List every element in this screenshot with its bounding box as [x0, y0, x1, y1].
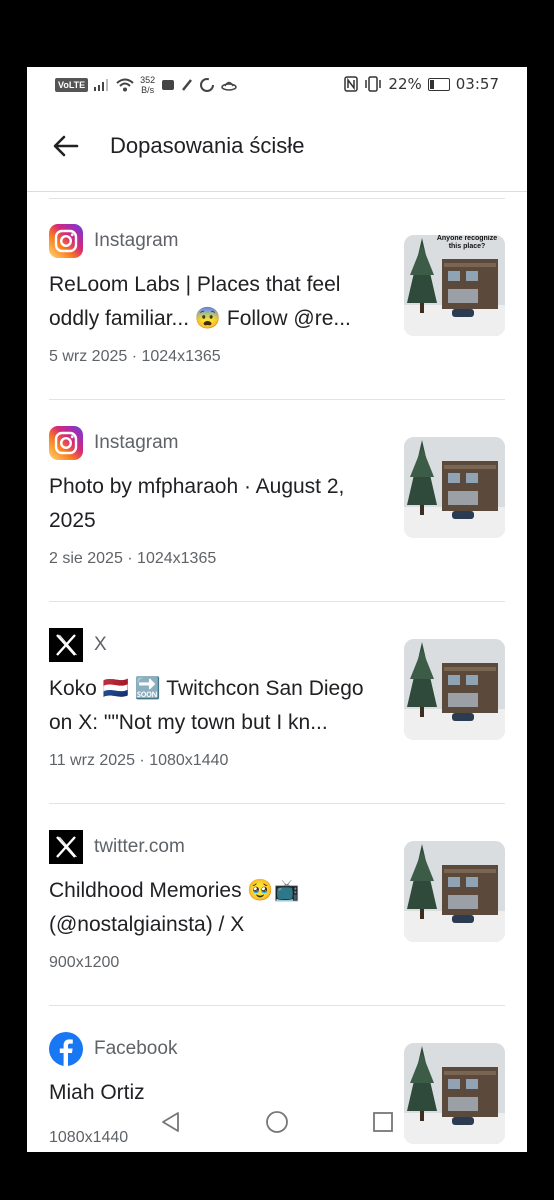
clock: 03:57 [455, 75, 499, 93]
battery-icon [427, 77, 450, 91]
nav-back-button[interactable] [159, 1110, 181, 1139]
result-title[interactable]: Koko 🇳🇱 🔜 Twitchcon San Diego on X: ""No… [49, 672, 381, 740]
thumbnail-caption: Anyone recognize this place? [436, 235, 498, 250]
result-source: Instagram [49, 426, 178, 460]
triangle-back-icon [162, 1112, 179, 1132]
status-bar: VoLTE 352 B/s 22% 03:57 [27, 67, 527, 103]
result-thumbnail[interactable] [404, 437, 505, 538]
page-title: Dopasowania ścisłe [110, 133, 305, 158]
result-item[interactable]: X Koko 🇳🇱 🔜 Twitchcon San Diego on X: ""N… [49, 602, 505, 804]
network-speed-unit: B/s [141, 85, 155, 95]
signal-icon [94, 79, 109, 91]
result-title[interactable]: Childhood Memories 🥹📺 (@nostalgiainsta) … [49, 874, 381, 942]
nav-recents-button[interactable] [372, 1110, 394, 1139]
navigation-bar [27, 1102, 527, 1152]
result-meta: 5 wrz 2025 · 1024x1365 [49, 348, 221, 365]
sync-icon [200, 78, 215, 92]
result-thumbnail[interactable]: Anyone recognize this place? [404, 235, 505, 336]
app-bar: Dopasowania ścisłe [27, 103, 527, 192]
square-recents-icon [373, 1112, 393, 1132]
result-source-name: Facebook [94, 1038, 178, 1059]
result-item[interactable]: Instagram ReLoom Labs | Places that feel … [49, 198, 505, 400]
message-icon [162, 80, 175, 90]
result-item[interactable]: Instagram Photo by mfpharaoh · August 2, … [49, 400, 505, 602]
result-thumbnail[interactable] [404, 841, 505, 942]
network-speed-value: 352 [140, 75, 156, 85]
wifi-icon [116, 78, 134, 92]
result-thumbnail[interactable] [404, 639, 505, 740]
result-meta: 900x1200 [49, 954, 120, 971]
result-source-name: twitter.com [94, 836, 185, 857]
battery-percent: 22% [388, 75, 422, 93]
volte-indicator: VoLTE [55, 78, 89, 92]
back-button[interactable] [49, 129, 83, 163]
facebook-icon [49, 1032, 83, 1066]
result-meta: 11 wrz 2025 · 1080x1440 [49, 752, 229, 769]
nav-home-button[interactable] [265, 1110, 289, 1139]
instagram-icon [49, 426, 83, 460]
back-arrow-icon [53, 135, 79, 157]
result-source: Facebook [49, 1032, 177, 1066]
x-icon [49, 628, 83, 662]
instagram-icon [49, 224, 83, 258]
result-source-name: Instagram [94, 432, 179, 453]
result-item[interactable]: twitter.com Childhood Memories 🥹📺 (@nosta… [49, 804, 505, 1006]
result-title[interactable]: ReLoom Labs | Places that feel oddly fam… [49, 268, 381, 336]
x-icon [49, 830, 83, 864]
network-speed: 352 B/s [140, 75, 155, 95]
result-source: X [49, 628, 107, 662]
result-source: Instagram [49, 224, 178, 258]
result-source: twitter.com [49, 830, 185, 864]
ufo-icon [221, 81, 237, 91]
result-title[interactable]: Photo by mfpharaoh · August 2, 2025 [49, 470, 381, 538]
result-source-name: Instagram [94, 230, 179, 251]
phone-screen: VoLTE 352 B/s 22% 03:57 Dopasowania ścis… [27, 67, 527, 1152]
circle-home-icon [266, 1111, 288, 1133]
pen-icon [182, 79, 193, 91]
nfc-icon [344, 76, 359, 92]
result-source-name: X [94, 634, 107, 655]
vibrate-icon [365, 76, 382, 92]
result-meta: 2 sie 2025 · 1024x1365 [49, 550, 217, 567]
